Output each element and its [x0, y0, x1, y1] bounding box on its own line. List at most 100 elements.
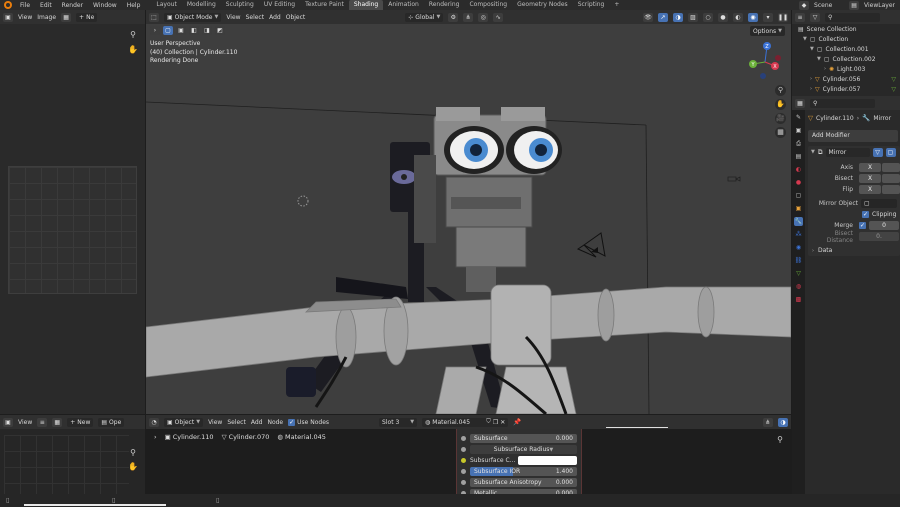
material-shading-icon[interactable]: ◐	[733, 12, 743, 22]
data-tab-icon[interactable]: ▽	[794, 269, 803, 278]
select-invert-icon[interactable]: ◨	[202, 26, 212, 35]
bottom-left-canvas[interactable]	[4, 435, 129, 495]
outliner-item-cylinder-057[interactable]: › ▽ Cylinder.057 ▽	[798, 84, 900, 94]
use-nodes-checkbox[interactable]: ✓	[288, 418, 296, 426]
viewport-menu-object[interactable]: Object	[286, 14, 306, 21]
tool-tab-icon[interactable]: ✎	[794, 113, 803, 122]
close-icon[interactable]: ✕	[500, 419, 505, 426]
tab-rendering[interactable]: Rendering	[424, 0, 465, 10]
filter-icon[interactable]: ▽	[810, 12, 820, 22]
outliner-item-collection-001[interactable]: ▼ ▢ Collection.001	[798, 44, 900, 54]
snap-icon[interactable]: ⋔	[463, 12, 474, 22]
output-tab-icon[interactable]: ⎙	[794, 139, 803, 148]
collection-tab-icon[interactable]: ▢	[794, 191, 803, 200]
tab-scripting[interactable]: Scripting	[573, 0, 610, 10]
overlay-toggle-icon[interactable]: ◑	[778, 417, 788, 427]
chevron-down-icon[interactable]: ▼	[810, 46, 814, 52]
menu-help[interactable]: Help	[122, 2, 146, 9]
subsurface-color-swatch[interactable]	[518, 456, 577, 465]
subsurface-field[interactable]: Subsurface 0.000	[470, 434, 577, 443]
wireframe-shading-icon[interactable]: ○	[703, 12, 713, 22]
outliner-item-cylinder-056[interactable]: › ▽ Cylinder.056 ▽	[798, 74, 900, 84]
menu-window[interactable]: Window	[88, 2, 122, 9]
camera-view-icon[interactable]: 🎥	[775, 113, 786, 124]
viewlayer-icon[interactable]: ▤	[849, 0, 860, 10]
shield-icon[interactable]: ⛉	[486, 418, 491, 426]
image-browse-icon[interactable]: ▦	[61, 12, 72, 22]
visibility-icon[interactable]: 👁	[643, 12, 653, 22]
shader-type-selector[interactable]: ▣ Object ▼	[164, 417, 204, 427]
merge-checkbox[interactable]: ✓	[859, 222, 866, 229]
outliner-item-scene-collection[interactable]: ▤ Scene Collection	[798, 24, 900, 34]
physics-tab-icon[interactable]: ◉	[794, 243, 803, 252]
chevron-right-icon[interactable]: ›	[824, 66, 826, 72]
scene-tab-icon[interactable]: ◐	[794, 165, 803, 174]
tab-uv-editing[interactable]: UV Editing	[259, 0, 300, 10]
transform-orientation-selector[interactable]: ⊹ Global ▼	[405, 12, 444, 22]
zoom-view-icon[interactable]: ⚲	[775, 85, 786, 96]
select-subtract-icon[interactable]: ◧	[189, 26, 199, 35]
mirror-object-field[interactable]: ▢	[861, 199, 897, 208]
tab-compositing[interactable]: Compositing	[464, 0, 512, 10]
options-dropdown[interactable]: Options ▼	[749, 26, 785, 36]
perspective-toggle-icon[interactable]: ▦	[775, 127, 786, 138]
menu-render[interactable]: Render	[57, 2, 88, 9]
open-button[interactable]: ▤ Ope	[98, 417, 125, 427]
select-extend-icon[interactable]: ▣	[176, 26, 186, 35]
material-tab-icon[interactable]: ◍	[794, 282, 803, 291]
tab-layout[interactable]: Layout	[151, 0, 181, 10]
gizmo-toggle-icon[interactable]: ↗	[658, 12, 668, 22]
constraints-tab-icon[interactable]: ⛓	[794, 256, 803, 265]
object-tab-icon[interactable]: ▣	[794, 204, 803, 213]
outliner-item-collection[interactable]: ▼ ▢ Collection	[798, 34, 900, 44]
3d-viewport[interactable]: ⬚ ▣ Object Mode ▼ View Select Add Object ⊹…	[146, 10, 791, 414]
input-socket[interactable]	[461, 447, 466, 452]
pivot-icon[interactable]: ⚙	[448, 12, 459, 22]
node-menu-add[interactable]: Add	[251, 419, 263, 426]
image-browse-icon[interactable]: ▦	[52, 417, 63, 427]
input-socket[interactable]	[461, 458, 466, 463]
node-menu-node[interactable]: Node	[267, 419, 283, 426]
chevron-right-icon[interactable]: ›	[810, 76, 812, 82]
pan-view-icon[interactable]: ✋	[775, 99, 786, 110]
bottom-left-view-menu[interactable]: View	[18, 419, 32, 426]
xray-icon[interactable]: ▨	[688, 12, 698, 22]
axis-x-toggle[interactable]: X	[859, 163, 881, 172]
outliner-type-icon[interactable]: ≡	[795, 12, 805, 22]
mode-selector[interactable]: ▣ Object Mode ▼	[164, 12, 222, 22]
clipping-checkbox[interactable]: ✓	[862, 211, 869, 218]
tab-texture-paint[interactable]: Texture Paint	[300, 0, 349, 10]
viewport-toggle-icon[interactable]: ▢	[885, 147, 896, 157]
navigation-gizmo[interactable]: Z Y X	[745, 40, 785, 82]
node-menu-view[interactable]: View	[208, 419, 222, 426]
hand-pan-icon[interactable]: ✋	[128, 462, 138, 472]
subsurface-radius-field[interactable]: Subsurface Radius ▼	[470, 445, 577, 454]
outliner-search-input[interactable]: ⚲	[825, 12, 880, 22]
new-button[interactable]: + New	[67, 417, 94, 427]
image-grid-canvas[interactable]	[8, 166, 137, 294]
edit-mode-toggle-icon[interactable]: ▽	[872, 147, 883, 157]
bisect-x-toggle[interactable]: X	[859, 174, 881, 183]
select-intersect-icon[interactable]: ◩	[215, 26, 225, 35]
tab-sculpting[interactable]: Sculpting	[221, 0, 259, 10]
node-menu-select[interactable]: Select	[227, 419, 246, 426]
proportional-edit-icon[interactable]: ◎	[478, 12, 489, 22]
world-tab-icon[interactable]: ●	[794, 178, 803, 187]
material-selector[interactable]: ◍ Material.045 ⛉ ❐ ✕	[422, 417, 509, 427]
modifier-tab-icon[interactable]: 🔧	[794, 217, 803, 226]
tab-animation[interactable]: Animation	[383, 0, 424, 10]
viewport-menu-add[interactable]: Add	[269, 14, 281, 21]
editor-type-icon[interactable]: ◔	[149, 417, 159, 427]
zoom-icon[interactable]: ⚲	[775, 435, 785, 445]
use-nodes-toggle[interactable]: ✓ Use Nodes	[288, 418, 329, 426]
image-editor-view-menu[interactable]: View	[18, 14, 32, 21]
axis-y-toggle[interactable]	[882, 163, 900, 172]
tab-shading[interactable]: Shading	[348, 0, 384, 10]
select-box-icon[interactable]: ▢	[163, 26, 173, 35]
shading-options-icon[interactable]: ▾	[763, 12, 773, 22]
bisect-distance-field[interactable]: 0.	[859, 232, 899, 241]
viewport-menu-select[interactable]: Select	[246, 14, 265, 21]
pin-icon[interactable]: 📌	[513, 418, 521, 426]
data-subpanel-header[interactable]: › Data	[808, 245, 900, 256]
tab-modelling[interactable]: Modelling	[182, 0, 221, 10]
